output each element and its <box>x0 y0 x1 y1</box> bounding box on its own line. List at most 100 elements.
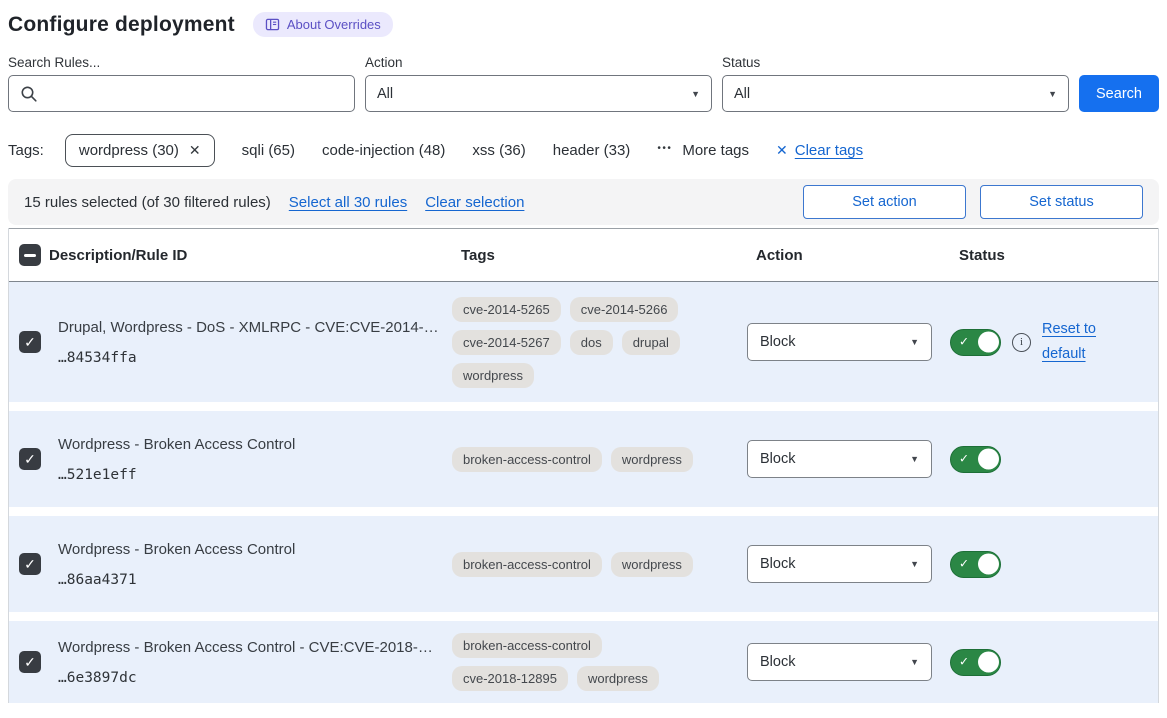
search-rules-label: Search Rules... <box>8 55 355 70</box>
action-filter-select[interactable]: All ▼ <box>365 75 712 112</box>
remove-tag-icon[interactable]: ✕ <box>189 142 201 159</box>
row-checkbox[interactable]: ✓ <box>19 553 41 575</box>
chevron-down-icon: ▼ <box>1048 89 1057 99</box>
tag-sqli[interactable]: sqli (65) <box>242 142 295 159</box>
tag-chip: drupal <box>622 330 680 355</box>
action-select[interactable]: Block ▼ <box>747 323 932 361</box>
tag-chip: broken-access-control <box>452 552 602 577</box>
chevron-down-icon: ▼ <box>910 337 919 347</box>
selection-bar: 15 rules selected (of 30 filtered rules)… <box>8 179 1159 225</box>
column-header-action: Action <box>746 247 949 264</box>
tag-header[interactable]: header (33) <box>553 142 631 159</box>
tag-chip: broken-access-control <box>452 633 602 658</box>
status-toggle[interactable]: ✓ <box>950 551 1001 578</box>
tag-chip: cve-2018-12895 <box>452 666 568 691</box>
rule-id: …6e3897dc <box>58 670 440 686</box>
chevron-down-icon: ▼ <box>910 559 919 569</box>
status-toggle[interactable]: ✓ <box>950 649 1001 676</box>
rule-id: …86aa4371 <box>58 572 440 588</box>
indeterminate-icon <box>24 254 36 257</box>
column-header-description: Description/Rule ID <box>49 247 449 264</box>
table-row: ✓ Drupal, Wordpress - DoS - XMLRPC - CVE… <box>9 282 1158 402</box>
table-row: ✓ Wordpress - Broken Access Control …521… <box>9 411 1158 507</box>
status-toggle[interactable]: ✓ <box>950 329 1001 356</box>
action-select[interactable]: Block ▼ <box>747 440 932 478</box>
status-filter-value: All <box>734 86 750 102</box>
search-rules-input[interactable] <box>8 75 355 112</box>
tag-code-injection[interactable]: code-injection (48) <box>322 142 445 159</box>
table-header-row: Description/Rule ID Tags Action Status <box>9 228 1158 282</box>
selected-tag-label: wordpress (30) <box>79 142 179 159</box>
about-overrides-label: About Overrides <box>287 17 381 32</box>
check-icon: ✓ <box>959 452 969 466</box>
info-icon[interactable]: i <box>1012 333 1031 352</box>
select-all-checkbox[interactable] <box>19 244 41 266</box>
row-checkbox[interactable]: ✓ <box>19 331 41 353</box>
filter-bar: Search Rules... Action All ▼ Status All … <box>8 55 1159 112</box>
rule-description: Wordpress - Broken Access Control <box>58 435 440 455</box>
set-action-button[interactable]: Set action <box>803 185 966 219</box>
reset-to-default-link[interactable]: Reset to default <box>1042 317 1104 366</box>
more-tags-button[interactable]: ••• More tags <box>657 142 749 159</box>
ellipsis-icon: ••• <box>657 143 672 154</box>
action-value: Block <box>760 556 795 572</box>
set-status-button[interactable]: Set status <box>980 185 1143 219</box>
row-checkbox[interactable]: ✓ <box>19 448 41 470</box>
tag-chip: wordpress <box>611 447 693 472</box>
table-row: ✓ Wordpress - Broken Access Control …86a… <box>9 516 1158 612</box>
clear-tags-label: Clear tags <box>795 142 863 159</box>
row-checkbox[interactable]: ✓ <box>19 651 41 673</box>
chevron-down-icon: ▼ <box>910 454 919 464</box>
rule-description: Wordpress - Broken Access Control <box>58 540 440 560</box>
rule-description: Wordpress - Broken Access Control - CVE:… <box>58 638 440 658</box>
action-value: Block <box>760 654 795 670</box>
action-select[interactable]: Block ▼ <box>747 643 932 681</box>
tags-label: Tags: <box>8 142 44 159</box>
action-value: Block <box>760 451 795 467</box>
tag-chip: wordpress <box>611 552 693 577</box>
rule-description: Drupal, Wordpress - DoS - XMLRPC - CVE:C… <box>58 318 440 338</box>
action-select[interactable]: Block ▼ <box>747 545 932 583</box>
tag-chip: cve-2014-5267 <box>452 330 561 355</box>
tag-xss[interactable]: xss (36) <box>472 142 525 159</box>
tags-bar: Tags: wordpress (30) ✕ sqli (65) code-in… <box>8 134 1159 167</box>
tag-chip: dos <box>570 330 613 355</box>
rules-table: Description/Rule ID Tags Action Status ✓… <box>8 228 1159 703</box>
status-toggle[interactable]: ✓ <box>950 446 1001 473</box>
status-filter-label: Status <box>722 55 1069 70</box>
page-header: Configure deployment About Overrides <box>8 12 1159 37</box>
x-icon: ✕ <box>776 142 788 159</box>
chevron-down-icon: ▼ <box>691 89 700 99</box>
clear-selection-link[interactable]: Clear selection <box>425 194 524 211</box>
action-filter-value: All <box>377 86 393 102</box>
about-overrides-badge[interactable]: About Overrides <box>253 12 393 37</box>
more-tags-label: More tags <box>682 142 749 159</box>
action-value: Block <box>760 334 795 350</box>
column-header-tags: Tags <box>449 247 746 264</box>
toggle-knob <box>978 332 999 353</box>
rule-id: …84534ffa <box>58 350 440 366</box>
check-icon: ✓ <box>959 335 969 349</box>
toggle-knob <box>978 652 999 673</box>
search-icon <box>20 85 38 103</box>
toggle-knob <box>978 554 999 575</box>
search-button[interactable]: Search <box>1079 75 1159 112</box>
check-icon: ✓ <box>959 557 969 571</box>
select-all-rules-link[interactable]: Select all 30 rules <box>289 194 407 211</box>
table-row: ✓ Wordpress - Broken Access Control - CV… <box>9 621 1158 703</box>
clear-tags-button[interactable]: ✕ Clear tags <box>776 142 863 159</box>
toggle-knob <box>978 449 999 470</box>
page-title: Configure deployment <box>8 13 235 37</box>
rule-id: …521e1eff <box>58 467 440 483</box>
selection-summary: 15 rules selected (of 30 filtered rules) <box>24 194 271 211</box>
check-icon: ✓ <box>959 655 969 669</box>
chevron-down-icon: ▼ <box>910 657 919 667</box>
action-filter-label: Action <box>365 55 712 70</box>
status-filter-select[interactable]: All ▼ <box>722 75 1069 112</box>
tag-chip: wordpress <box>452 363 534 388</box>
book-icon <box>265 18 280 31</box>
tag-chip: cve-2014-5265 <box>452 297 561 322</box>
column-header-status: Status <box>949 247 1158 264</box>
tag-chip: wordpress <box>577 666 659 691</box>
selected-tag-wordpress[interactable]: wordpress (30) ✕ <box>65 134 215 167</box>
